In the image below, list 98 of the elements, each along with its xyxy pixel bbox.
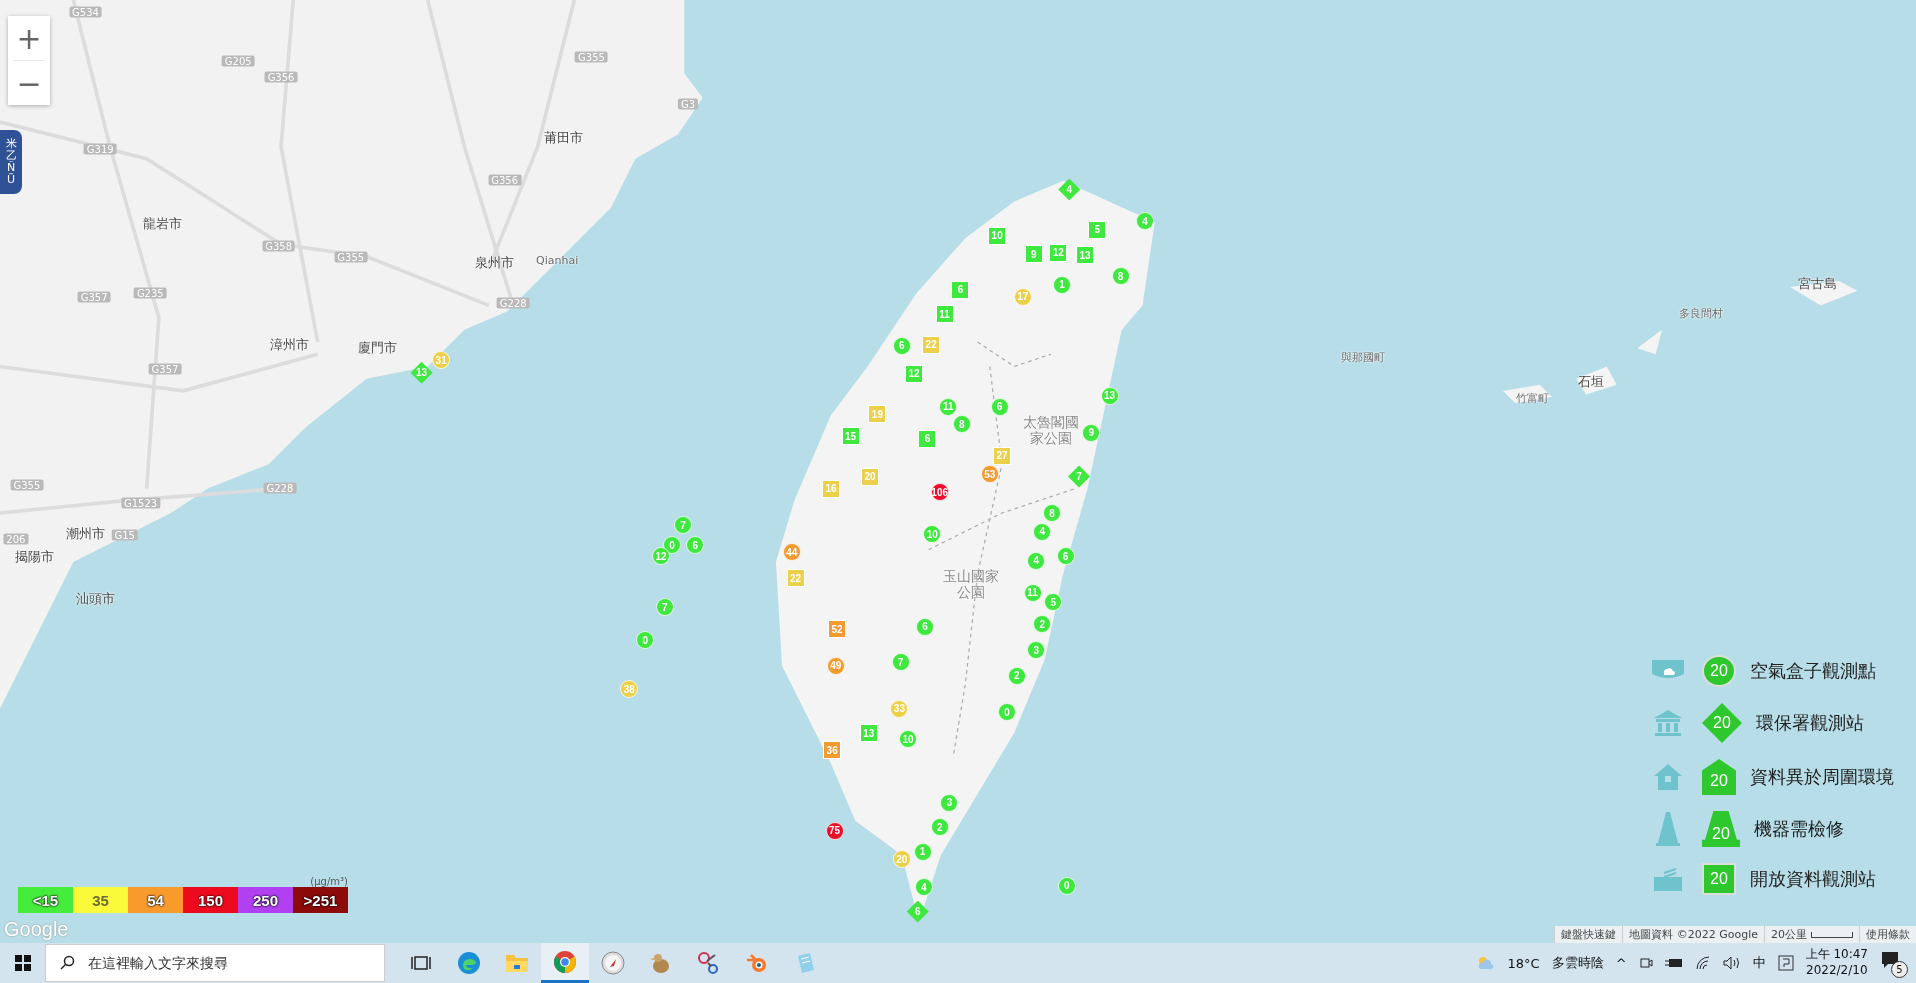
legend-label: 資料異於周圍環境 [1750, 765, 1894, 789]
map-label: 廈門市 [358, 339, 398, 358]
road-shield: G15 [111, 529, 138, 541]
tray-icon [1652, 865, 1684, 893]
road-shield: G228 [263, 482, 297, 494]
road-shield: G319 [83, 143, 117, 155]
legend-marker: 20 [1702, 759, 1736, 795]
color-scale-segment: 250 [238, 887, 293, 913]
road-shield: G356 [488, 174, 522, 186]
map-label: 石垣 [1578, 373, 1605, 392]
tray-caret[interactable]: ^ [1615, 955, 1627, 971]
map-label: 玉山國家公園 [942, 568, 1001, 600]
road-shield: G355 [334, 251, 368, 263]
side-tab[interactable]: 米乙ÑÜ [0, 130, 22, 195]
windows-start-icon[interactable] [14, 955, 31, 971]
clock-date[interactable]: 2022/2/10 [1806, 963, 1868, 979]
search-icon [59, 955, 75, 971]
station-marker[interactable]: 20 [892, 850, 911, 869]
wifi-icon[interactable] [1694, 956, 1711, 970]
weather-text: 多雲時陰 [1551, 954, 1604, 972]
station-marker[interactable]: 0 [1057, 876, 1076, 895]
station-marker[interactable]: 6 [906, 900, 929, 923]
road-shield: G358 [262, 240, 296, 252]
map-label: 潮州市 [66, 525, 106, 543]
station-marker[interactable]: 13 [1076, 246, 1095, 265]
road-shield: 206 [3, 533, 29, 545]
map-label: 多良間村 [1679, 305, 1723, 321]
zoom-out-button[interactable]: − [8, 61, 50, 105]
station-marker[interactable]: 12 [652, 547, 671, 565]
color-scale-segment: 150 [183, 887, 238, 913]
map-label: 莆田市 [543, 129, 583, 148]
task-view-icon[interactable] [411, 954, 431, 972]
station-marker[interactable]: 31 [432, 351, 451, 370]
camera-icon[interactable] [1638, 955, 1653, 971]
road-shield: G235 [133, 287, 167, 299]
map-label: 竹富町 [1515, 390, 1549, 406]
map-label: 泉州市 [475, 253, 515, 272]
legend-marker: 20 [1702, 655, 1736, 687]
building-icon [1653, 709, 1683, 737]
traffic-cone-icon [1655, 811, 1681, 847]
station-marker[interactable]: 36 [823, 741, 842, 760]
blender-icon[interactable] [745, 951, 769, 975]
folder-icon[interactable] [505, 953, 529, 973]
scissors-icon[interactable] [697, 951, 721, 975]
unit-label: (μg/m³) [310, 876, 348, 887]
map-label: 漳州市 [270, 335, 310, 354]
search-field[interactable]: 在這裡輸入文字來搜尋 [45, 944, 385, 982]
speaker-icon[interactable] [1722, 956, 1741, 970]
clock-time[interactable]: 上午 10:47 [1805, 947, 1868, 963]
map-label: 龍岩市 [143, 214, 182, 233]
road-shield: G228 [496, 297, 530, 309]
map-label: 揭陽市 [14, 548, 54, 567]
temperature: 18°C [1507, 955, 1540, 971]
google-logo: Google [4, 918, 69, 941]
zoom-in-button[interactable]: + [8, 16, 50, 60]
map-label: 太魯閣國家公園 [1021, 414, 1080, 446]
station-marker[interactable]: 7 [674, 516, 693, 535]
station-marker[interactable]: 38 [620, 680, 639, 699]
station-marker[interactable]: 4 [1136, 212, 1154, 231]
legend-label: 環保署觀測站 [1756, 711, 1864, 735]
map-label: 與那國町 [1340, 349, 1385, 365]
road-shield: G357 [77, 291, 111, 303]
legend-label: 空氣盒子觀測點 [1750, 659, 1876, 683]
compass-icon[interactable] [601, 951, 625, 975]
station-marker[interactable]: 7 [655, 598, 674, 617]
legend-label: 開放資料觀測站 [1750, 867, 1876, 891]
station-marker[interactable]: 6 [686, 536, 705, 554]
chrome-icon[interactable] [553, 949, 577, 974]
road-shield: G357 [148, 363, 182, 375]
keyboard-mode-icon[interactable] [1777, 955, 1794, 971]
input-method-indicator[interactable]: 中 [1752, 954, 1766, 972]
road-shield: G1523 [120, 497, 161, 509]
legend-marker: 20 [1702, 703, 1742, 743]
color-scale-segment: 54 [128, 887, 183, 913]
edge-icon[interactable] [457, 951, 481, 975]
road-shield: G355 [575, 51, 608, 63]
station-marker[interactable]: 75 [825, 821, 844, 840]
notification-count: 5 [1891, 961, 1908, 978]
color-scale-segment: 35 [73, 887, 128, 913]
station-marker[interactable]: 52 [828, 620, 847, 639]
battery-icon[interactable] [1664, 957, 1683, 969]
map-label: 宮古島 [1797, 274, 1837, 293]
road-shield: G205 [221, 55, 255, 67]
map-label: 汕頭市 [75, 589, 115, 608]
legend-label: 機器需檢修 [1754, 817, 1844, 841]
station-marker[interactable]: 19 [868, 405, 887, 424]
station-marker[interactable]: 0 [636, 631, 655, 650]
taskbar-app[interactable] [541, 943, 589, 983]
color-scale-segment: >251 [293, 887, 348, 913]
house-icon [1653, 763, 1683, 791]
legend-marker: 20 [1702, 863, 1736, 895]
road-shield: G534 [69, 6, 102, 18]
color-scale-segment: <15 [18, 887, 73, 913]
road-shield: G3 [677, 98, 699, 110]
legend-marker: 20 [1702, 811, 1740, 847]
road-shield: G356 [264, 71, 298, 83]
road-shield: G355 [10, 479, 44, 491]
map-label: Qianhai [536, 253, 579, 267]
